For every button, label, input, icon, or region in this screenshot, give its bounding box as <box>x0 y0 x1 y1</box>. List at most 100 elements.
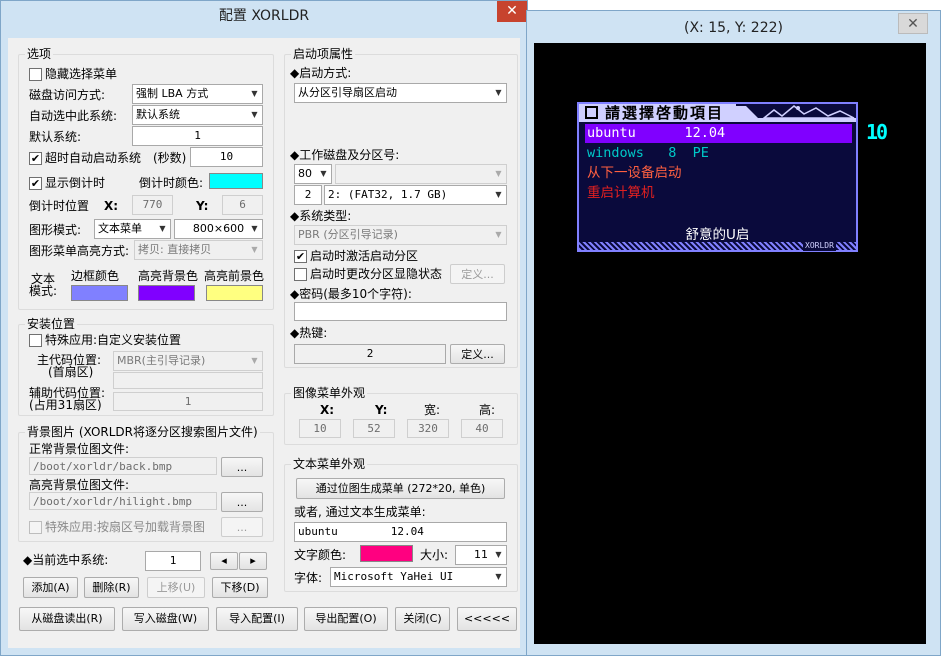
chevron-down-icon: ▼ <box>159 224 166 233</box>
text-mode-label-line2: 模式: <box>29 284 58 298</box>
countdown-y-input[interactable]: 6 <box>222 195 263 215</box>
next-system-button[interactable]: ▸ <box>239 552 267 570</box>
define-hotkey-button[interactable]: 定义... <box>450 344 505 364</box>
password-label: ◆密码(最多10个字符): <box>290 287 412 301</box>
chevron-down-icon: ▼ <box>251 245 258 254</box>
close-button[interactable]: 关闭(C) <box>395 607 450 631</box>
menu-item-3: 重启计算机 <box>587 185 655 201</box>
chevron-down-icon: ▼ <box>495 550 502 559</box>
aux-code-input[interactable]: 1 <box>113 392 263 411</box>
image-x-input[interactable]: 10 <box>299 419 341 438</box>
highlight-bg-browse-button[interactable]: ... <box>221 492 263 512</box>
menu-title-icon <box>585 106 598 119</box>
show-countdown-checkbox[interactable]: ✔ <box>29 177 42 190</box>
mountain-decoration-icon <box>736 105 856 122</box>
partition-number-input[interactable]: 2 <box>294 185 322 205</box>
system-type-select[interactable]: PBR (分区引导记录) ▼ <box>294 225 507 245</box>
main-code-sublabel: (首扇区) <box>48 365 94 379</box>
timeout-checkbox[interactable]: ✔ <box>29 152 42 165</box>
disk-access-select[interactable]: 强制 LBA 方式 ▼ <box>132 84 263 104</box>
image-w-input[interactable]: 320 <box>407 419 449 438</box>
close-window-button[interactable]: ✕ <box>497 1 527 22</box>
border-color-swatch[interactable] <box>71 285 128 301</box>
close-preview-button[interactable]: ✕ <box>898 13 928 34</box>
collapse-preview-button[interactable]: <<<<< <box>457 607 517 631</box>
generate-from-bitmap-button[interactable]: 通过位图生成菜单 (272*20, 单色) <box>296 478 505 499</box>
current-system-label: ◆当前选中系统: <box>23 553 109 567</box>
current-system-input[interactable]: 1 <box>145 551 201 571</box>
hide-partition-checkbox[interactable] <box>294 268 307 281</box>
window-title: 配置 XORLDR <box>218 8 310 24</box>
countdown-display: 10 <box>866 120 888 144</box>
normal-bg-browse-button[interactable]: ... <box>221 457 263 477</box>
image-w-label: 宽: <box>424 403 441 417</box>
hide-menu-checkbox[interactable] <box>29 68 42 81</box>
highlight-bg-path-input[interactable]: /boot/xorldr/hilight.bmp <box>29 492 217 510</box>
image-h-label: 高: <box>479 403 496 417</box>
highlight-fg-swatch[interactable] <box>206 285 263 301</box>
countdown-x-input[interactable]: 770 <box>132 195 173 215</box>
font-select[interactable]: Microsoft YaHei UI ▼ <box>330 567 507 587</box>
auto-select-value: 默认系统 <box>136 108 180 121</box>
text-generate-label: 或者, 通过文本生成菜单: <box>294 505 426 519</box>
main-code-select[interactable]: MBR(主引导记录) ▼ <box>113 351 263 371</box>
write-disk-button[interactable]: 写入磁盘(W) <box>122 607 209 631</box>
boot-method-label: ◆启动方式: <box>290 66 352 80</box>
normal-bg-path-input[interactable]: /boot/xorldr/back.bmp <box>29 457 217 475</box>
image-y-label: Y: <box>375 403 388 417</box>
add-button[interactable]: 添加(A) <box>23 577 78 598</box>
image-menu-group-title: 图像菜单外观 <box>291 386 368 400</box>
sector-bg-checkbox[interactable] <box>29 521 42 534</box>
hotkey-input[interactable]: 2 <box>294 344 446 364</box>
move-down-button[interactable]: 下移(D) <box>212 577 268 598</box>
disk-detail-select[interactable]: ▼ <box>335 164 507 184</box>
timeout-input[interactable]: 10 <box>190 147 263 167</box>
highlight-mode-select[interactable]: 拷贝: 直接拷贝 ▼ <box>134 240 263 260</box>
boot-method-value: 从分区引导扇区启动 <box>298 86 397 99</box>
prev-system-button[interactable]: ◂ <box>210 552 238 570</box>
chevron-down-icon: ▼ <box>495 190 502 199</box>
countdown-y-label: Y: <box>196 199 209 213</box>
activate-partition-checkbox[interactable]: ✔ <box>294 250 307 263</box>
aux-code-sublabel: (占用31扇区) <box>29 398 102 412</box>
highlight-fg-label: 高亮前景色 <box>204 269 265 283</box>
image-h-input[interactable]: 40 <box>461 419 503 438</box>
custom-install-label: 特殊应用:自定义安装位置 <box>45 333 182 347</box>
boot-method-select[interactable]: 从分区引导扇区启动 ▼ <box>294 83 507 103</box>
move-up-button[interactable]: 上移(U) <box>147 577 205 598</box>
auto-select-select[interactable]: 默认系统 ▼ <box>132 105 263 125</box>
text-color-swatch[interactable] <box>360 545 413 562</box>
delete-button[interactable]: 删除(R) <box>84 577 139 598</box>
highlight-bg-swatch[interactable] <box>138 285 195 301</box>
define-hide-button[interactable]: 定义... <box>450 264 505 284</box>
custom-install-checkbox[interactable] <box>29 334 42 347</box>
image-x-label: X: <box>320 403 335 417</box>
sector-bg-browse-button[interactable]: ... <box>221 517 263 537</box>
font-size-select[interactable]: 11 ▼ <box>455 545 507 565</box>
hotkey-label: ◆热键: <box>290 326 328 340</box>
image-y-input[interactable]: 52 <box>353 419 395 438</box>
export-config-button[interactable]: 导出配置(O) <box>304 607 388 631</box>
hide-partition-label: 启动时更改分区显隐状态 <box>310 267 443 281</box>
import-config-button[interactable]: 导入配置(I) <box>216 607 298 631</box>
auto-select-label: 自动选中此系统: <box>29 109 118 123</box>
countdown-color-swatch[interactable] <box>209 173 263 189</box>
highlight-mode-label: 图形菜单高亮方式: <box>29 244 130 258</box>
preview-coordinates-title: (X: 15, Y: 222) <box>684 20 783 36</box>
read-disk-button[interactable]: 从磁盘读出(R) <box>19 607 115 631</box>
graphic-mode-select[interactable]: 文本菜单 ▼ <box>94 219 171 239</box>
partition-select[interactable]: 2: (FAT32, 1.7 GB) ▼ <box>324 185 507 205</box>
disk-select[interactable]: 80 ▼ <box>294 164 332 184</box>
menu-item-2: 从下一设备启动 <box>587 165 682 181</box>
main-code-extra-input[interactable] <box>113 372 263 389</box>
default-system-input[interactable]: 1 <box>132 126 263 146</box>
menu-text-input[interactable]: ubuntu 12.04 <box>294 522 507 542</box>
menu-item-1: windows 8 PE <box>587 145 709 161</box>
main-code-value: MBR(主引导记录) <box>117 354 206 367</box>
password-input[interactable] <box>294 302 507 321</box>
background-group-title: 背景图片 (XORLDR将逐分区搜索图片文件) <box>25 425 260 439</box>
text-menu-group-title: 文本菜单外观 <box>291 457 368 471</box>
font-size-value: 11 <box>474 548 488 561</box>
resolution-select[interactable]: 800×600 ▼ <box>174 219 263 239</box>
chevron-down-icon: ▼ <box>320 169 327 178</box>
